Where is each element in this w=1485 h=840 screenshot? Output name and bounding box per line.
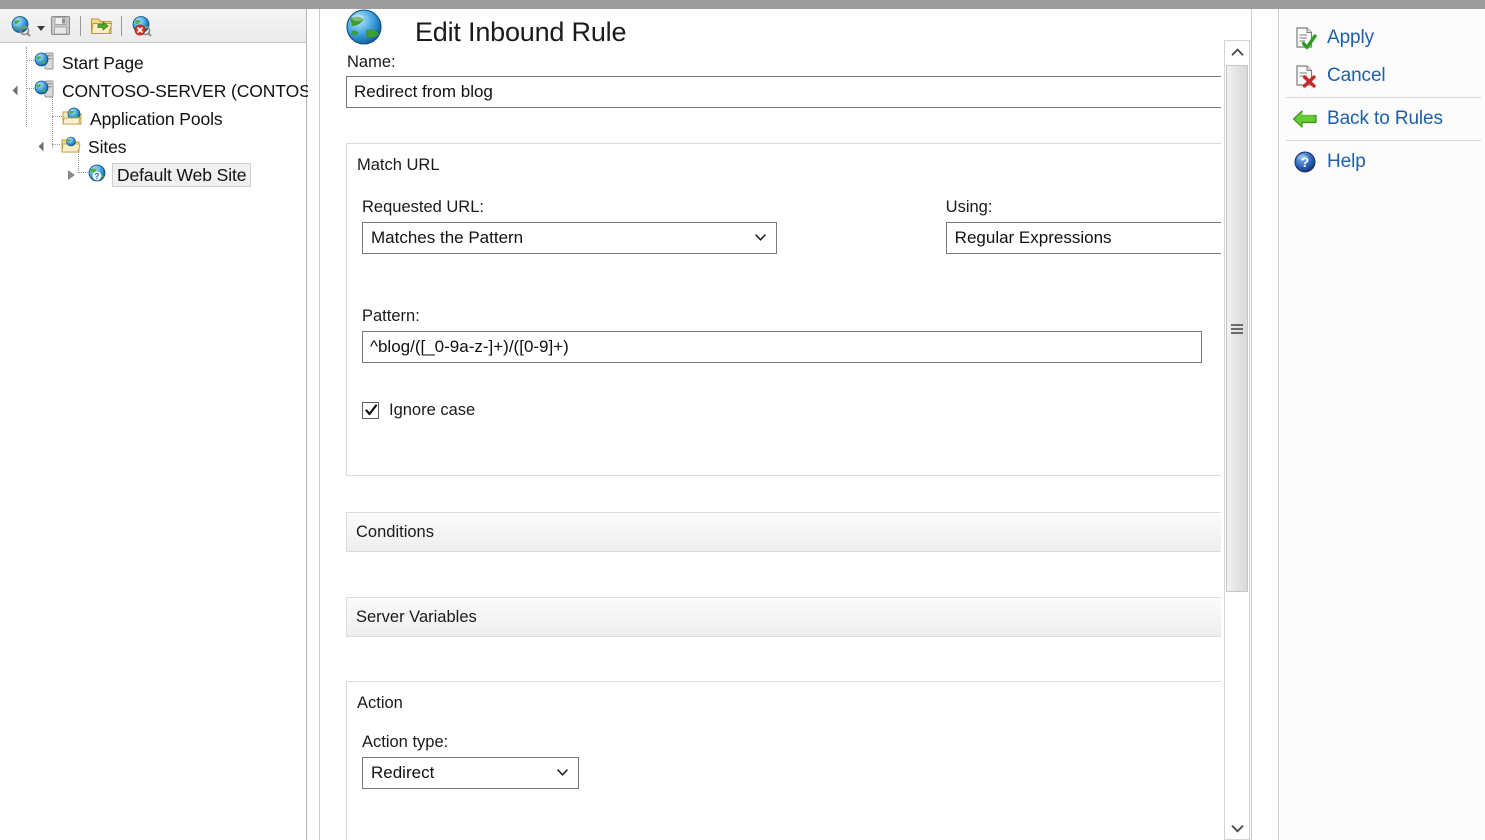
checkmark-icon (365, 404, 378, 417)
pattern-field: Pattern: ^blog/([_0-9a-z-]+)/([0-9]+) (347, 254, 1221, 363)
scroll-up-button[interactable] (1225, 41, 1249, 63)
chevron-down-icon[interactable] (37, 26, 45, 31)
back-arrow-icon (1292, 106, 1318, 132)
server-variables-title: Server Variables (356, 608, 477, 627)
action-label: Apply (1327, 27, 1374, 49)
ignore-case-checkbox[interactable] (362, 402, 379, 419)
save-disk-icon (50, 15, 71, 36)
app-pools-icon (60, 106, 84, 133)
iis-manager-window: Start Page CONTOSO-SERVER (CONTOS (0, 0, 1485, 840)
sidebar-item-application-pools[interactable]: Application Pools (0, 105, 306, 133)
connections-pane: Start Page CONTOSO-SERVER (CONTOS (0, 9, 307, 840)
cancel-x-icon (1292, 63, 1318, 89)
expand-triangle-icon[interactable] (12, 84, 26, 98)
ignore-case-row[interactable]: Ignore case (347, 363, 1221, 420)
connections-tree: Start Page CONTOSO-SERVER (CONTOS (0, 43, 306, 189)
using-field: Using: Regular Expressions (946, 198, 1221, 254)
page-header: Edit Inbound Rule (321, 9, 1221, 53)
sidebar-item-label: Application Pools (90, 109, 223, 130)
connect-to-server-button[interactable] (86, 12, 116, 40)
action-type-value: Redirect (371, 763, 434, 783)
match-url-title: Match URL (347, 144, 1221, 175)
server-icon (34, 79, 56, 104)
name-label: Name: (347, 53, 1221, 72)
actions-separator (1286, 97, 1481, 98)
sidebar-item-default-web-site[interactable]: ? Default Web Site (0, 161, 306, 189)
edit-inbound-rule-page: Edit Inbound Rule Name: Redirect from bl… (321, 9, 1221, 840)
action-type-select[interactable]: Redirect (362, 757, 579, 789)
svg-text:?: ? (1301, 154, 1310, 170)
connections-toolbar (0, 9, 306, 43)
match-url-section: Match URL Requested URL: Matches the Pat… (346, 143, 1221, 476)
sites-folder-icon (60, 135, 82, 160)
start-page-icon (34, 51, 56, 76)
collapse-triangle-icon[interactable] (64, 168, 78, 182)
action-help[interactable]: ? Help (1280, 143, 1485, 181)
scroll-down-button[interactable] (1225, 817, 1249, 839)
sidebar-item-label: CONTOSO-SERVER (CONTOS (62, 81, 311, 102)
using-select[interactable]: Regular Expressions (946, 222, 1221, 254)
chevron-down-icon (557, 769, 568, 776)
page-title: Edit Inbound Rule (415, 17, 626, 48)
pattern-input[interactable]: ^blog/([_0-9a-z-]+)/([0-9]+) (362, 331, 1202, 363)
disconnect-button[interactable] (127, 12, 157, 40)
expand-triangle-icon[interactable] (38, 140, 52, 154)
action-type-field: Action type: Redirect (347, 713, 1221, 789)
requested-url-select[interactable]: Matches the Pattern (362, 222, 777, 254)
name-input[interactable]: Redirect from blog (346, 76, 1221, 108)
globe-dropdown-icon (10, 15, 32, 37)
scrollbar-grip-icon (1231, 324, 1243, 334)
sidebar-item-label: Default Web Site (112, 163, 251, 187)
requested-url-value: Matches the Pattern (371, 228, 523, 248)
conditions-title: Conditions (356, 523, 434, 542)
requested-url-field: Requested URL: Matches the Pattern (347, 198, 946, 254)
content-vertical-scrollbar[interactable] (1224, 40, 1250, 840)
scrollbar-track[interactable] (1225, 63, 1249, 817)
sidebar-item-label: Sites (88, 137, 126, 158)
toolbar-separator-2 (121, 16, 122, 36)
globe-icon (341, 9, 387, 57)
right-splitter[interactable] (1251, 9, 1279, 840)
window-top-band (0, 0, 1485, 9)
chevron-down-icon (755, 234, 766, 241)
chevron-up-icon (1231, 48, 1244, 57)
chevron-down-icon (1231, 824, 1244, 833)
action-label: Help (1327, 151, 1366, 173)
action-cancel[interactable]: Cancel (1280, 57, 1485, 95)
sidebar-item-label: Start Page (62, 53, 144, 74)
sidebar-item-start-page[interactable]: Start Page (0, 49, 306, 77)
using-label: Using: (946, 198, 1221, 217)
requested-url-label: Requested URL: (362, 198, 946, 217)
sidebar-item-sites[interactable]: Sites (0, 133, 306, 161)
help-question-icon: ? (1292, 149, 1318, 175)
sidebar-item-contoso-server[interactable]: CONTOSO-SERVER (CONTOS (0, 77, 306, 105)
scrollbar-thumb[interactable] (1226, 65, 1248, 592)
apply-check-icon (1292, 25, 1318, 51)
action-apply[interactable]: Apply (1280, 19, 1485, 57)
action-section: Action Action type: Redirect (346, 681, 1221, 840)
connect-folder-icon (90, 15, 113, 36)
server-variables-section[interactable]: Server Variables (346, 597, 1221, 637)
save-connections-button[interactable] (45, 12, 75, 40)
toolbar-separator-1 (80, 16, 81, 36)
connection-globe-dropdown-button[interactable] (6, 12, 36, 40)
ignore-case-label: Ignore case (389, 401, 475, 420)
actions-separator (1286, 140, 1481, 141)
action-title: Action (347, 682, 1221, 713)
conditions-section[interactable]: Conditions (346, 512, 1221, 552)
pattern-label: Pattern: (362, 307, 1221, 326)
using-value: Regular Expressions (955, 228, 1112, 248)
globe-disconnect-icon (131, 15, 153, 37)
action-type-label: Action type: (362, 733, 1221, 752)
action-label: Cancel (1327, 65, 1386, 87)
web-site-icon: ? (86, 163, 108, 188)
actions-pane: Apply Cancel Back t (1280, 9, 1485, 840)
left-splitter[interactable] (308, 9, 320, 840)
action-back-to-rules[interactable]: Back to Rules (1280, 100, 1485, 138)
action-label: Back to Rules (1327, 108, 1443, 130)
svg-text:?: ? (95, 172, 100, 181)
